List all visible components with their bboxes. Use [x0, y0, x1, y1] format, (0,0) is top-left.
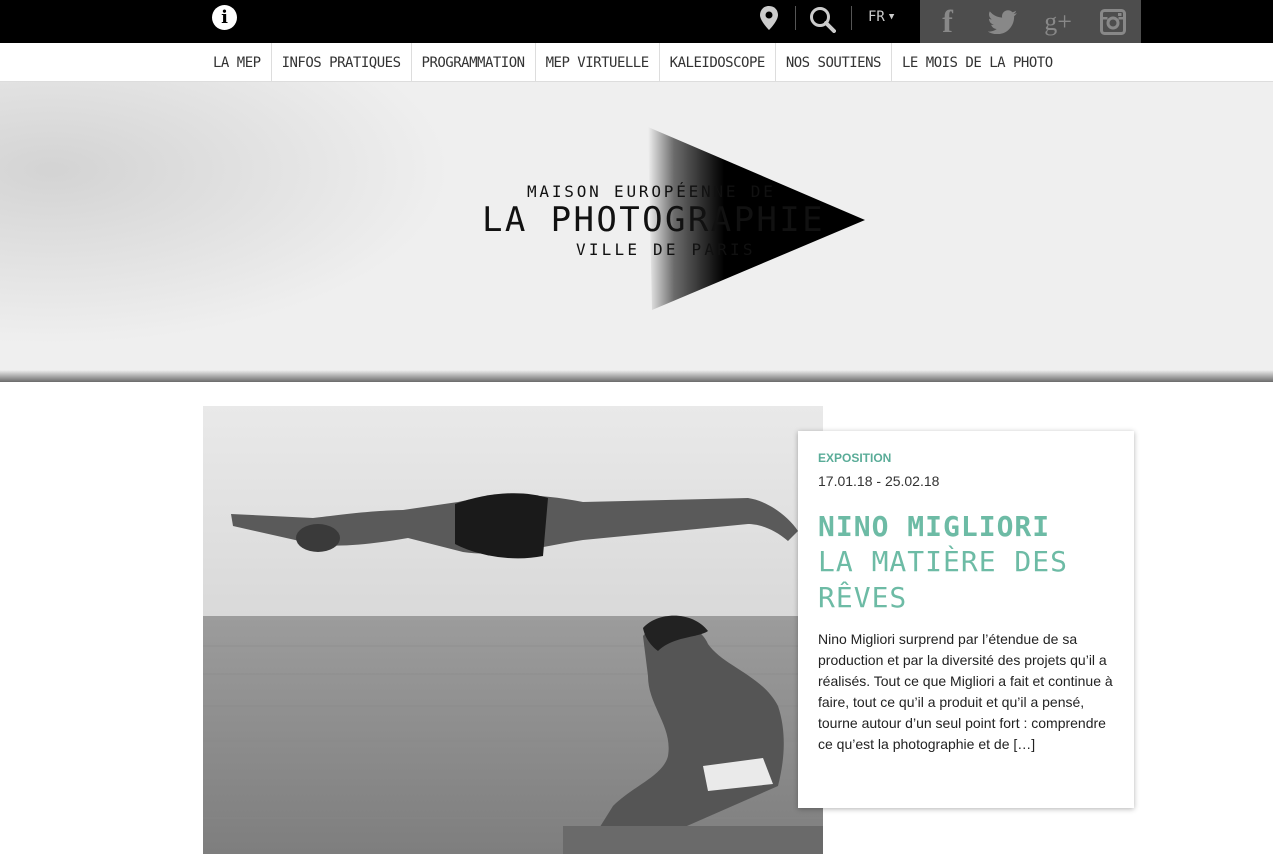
logo-line-2: LA PHOTOGRAPHIE	[482, 200, 826, 240]
facebook-icon[interactable]: f	[920, 0, 975, 43]
feature-photo[interactable]	[203, 406, 823, 854]
exhibition-title[interactable]: LA MATIÈRE DES RÊVES	[818, 544, 1128, 616]
nav-menu: LA MEP INFOS PRATIQUES PROGRAMMATION MEP…	[203, 43, 1063, 81]
map-pin-icon[interactable]	[758, 5, 780, 31]
exhibition-dates: 17.01.18 - 25.02.18	[818, 473, 940, 489]
search-icon[interactable]	[808, 5, 836, 33]
nav-item-le-mois-de-la-photo[interactable]: LE MOIS DE LA PHOTO	[892, 43, 1063, 81]
hero-texture	[0, 82, 520, 375]
google-plus-icon[interactable]: g+	[1031, 0, 1086, 43]
feature-card[interactable]: EXPOSITION 17.01.18 - 25.02.18 NINO MIGL…	[798, 431, 1134, 808]
nav-item-nos-soutiens[interactable]: NOS SOUTIENS	[776, 43, 892, 81]
nav-item-mep-virtuelle[interactable]: MEP VIRTUELLE	[536, 43, 660, 81]
artist-name[interactable]: NINO MIGLIORI	[818, 510, 1050, 543]
divider	[851, 6, 852, 30]
info-icon[interactable]: i	[212, 5, 237, 30]
instagram-icon[interactable]	[1086, 0, 1141, 43]
language-select[interactable]: FR ▼	[868, 9, 894, 25]
twitter-icon[interactable]	[975, 0, 1030, 43]
logo-line-3: VILLE DE PARIS	[576, 240, 756, 259]
language-label: FR	[868, 9, 885, 25]
hero-shadow	[0, 370, 1273, 382]
hero-banner: MAISON EUROPÉENNE DE LA PHOTOGRAPHIE VIL…	[0, 82, 1273, 375]
nav-item-infos-pratiques[interactable]: INFOS PRATIQUES	[272, 43, 412, 81]
top-bar: i FR ▼ f g+	[0, 0, 1273, 43]
main-nav: LA MEP INFOS PRATIQUES PROGRAMMATION MEP…	[0, 43, 1273, 82]
logo-line-1: MAISON EUROPÉENNE DE	[527, 182, 776, 201]
nav-item-la-mep[interactable]: LA MEP	[203, 43, 272, 81]
category-label: EXPOSITION	[818, 451, 892, 465]
social-links: f g+	[920, 0, 1141, 43]
divider	[795, 6, 796, 30]
exhibition-excerpt: Nino Migliori surprend par l’étendue de …	[818, 631, 1113, 752]
nav-item-programmation[interactable]: PROGRAMMATION	[412, 43, 536, 81]
nav-item-kaleidoscope[interactable]: KALEIDOSCOPE	[660, 43, 776, 81]
caret-down-icon: ▼	[888, 12, 895, 22]
